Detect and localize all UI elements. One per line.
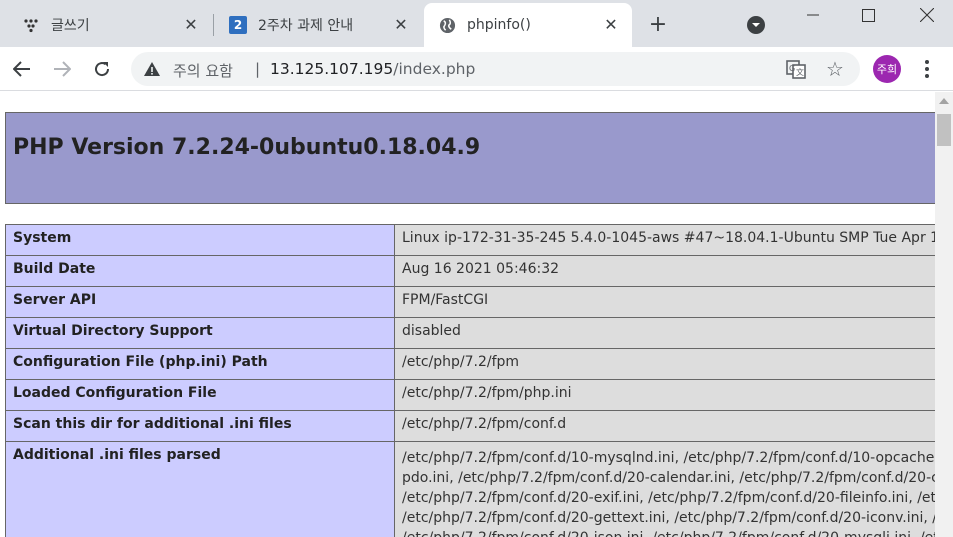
table-row: Build Date Aug 16 2021 05:46:32 (5, 255, 935, 287)
dots-logo-icon (22, 16, 40, 34)
row-key: System (5, 224, 395, 256)
back-arrow-icon[interactable] (8, 55, 36, 83)
row-key: Virtual Directory Support (5, 317, 395, 349)
table-row: Virtual Directory Support disabled (5, 317, 935, 349)
row-value: /etc/php/7.2/fpm (394, 348, 935, 380)
row-key: Scan this dir for additional .ini files (5, 410, 395, 442)
table-row: System Linux ip-172-31-35-245 5.4.0-1045-… (5, 224, 935, 256)
table-row: Configuration File (php.ini) Path/etc/ph… (5, 348, 935, 380)
row-value: /etc/php/7.2/fpm/php.ini (394, 379, 935, 411)
page-viewport: PHP Version 7.2.24-0ubuntu0.18.04.9 Syst… (0, 92, 935, 537)
svg-text:G: G (789, 64, 795, 73)
value-line: /etc/php/7.2/fpm/conf.d/10-mysqlnd.ini, … (402, 450, 935, 466)
tab-write[interactable]: 글쓰기 ✕ (0, 3, 212, 47)
maximize-icon[interactable] (843, 0, 893, 30)
row-value: Linux ip-172-31-35-245 5.4.0-1045-aws #4… (394, 224, 935, 256)
tab-strip: 글쓰기 ✕ 2 2주차 과제 안내 ✕ phpinfo() ✕ + (0, 0, 953, 47)
tab-assignment[interactable]: 2 2주차 과제 안내 ✕ (214, 3, 422, 47)
row-key: Loaded Configuration File (5, 379, 395, 411)
close-icon[interactable]: ✕ (392, 15, 410, 34)
row-key: Build Date (5, 255, 395, 287)
warning-icon[interactable] (143, 60, 161, 78)
row-key: Additional .ini files parsed (5, 441, 395, 537)
value-line: /etc/php/7.2/fpm/conf.d/20-json.ini, /et… (402, 528, 935, 537)
table-row: Additional .ini files parsed/etc/php/7.2… (5, 441, 935, 537)
row-value: /etc/php/7.2/fpm/conf.d/10-mysqlnd.ini, … (394, 441, 935, 537)
row-value: /etc/php/7.2/fpm/conf.d (394, 410, 935, 442)
table-row: Server API FPM/FastCGI (5, 286, 935, 318)
new-tab-icon[interactable]: + (646, 12, 670, 37)
row-key: Configuration File (php.ini) Path (5, 348, 395, 380)
close-icon[interactable]: ✕ (602, 15, 620, 34)
omnibox-separator: | (255, 60, 261, 78)
translate-icon[interactable]: G文 (786, 59, 806, 79)
row-value: disabled (394, 317, 935, 349)
tab-title: phpinfo() (467, 17, 531, 33)
url-host: 13.125.107.195 (270, 60, 394, 78)
reload-icon[interactable] (88, 55, 116, 83)
security-status[interactable]: 주의 요함 (173, 60, 233, 81)
row-key: Server API (5, 286, 395, 318)
table-row: Scan this dir for additional .ini files /… (5, 410, 935, 442)
more-menu-icon[interactable] (917, 56, 937, 82)
scroll-up-arrow-icon[interactable] (939, 98, 949, 104)
close-window-icon[interactable] (902, 0, 952, 30)
page-title: PHP Version 7.2.24-0ubuntu0.18.04.9 (13, 135, 481, 160)
phpinfo-table: System Linux ip-172-31-35-245 5.4.0-1045-… (5, 224, 935, 537)
tab-phpinfo[interactable]: phpinfo() ✕ (424, 3, 632, 47)
tab-title: 글쓰기 (51, 18, 90, 34)
globe-icon (438, 16, 456, 34)
table-row: Loaded Configuration File/etc/php/7.2/fp… (5, 379, 935, 411)
vertical-scrollbar[interactable] (935, 92, 953, 537)
address-bar[interactable]: 주의 요함 | 13.125.107.195/index.php G文 ☆ (131, 52, 860, 86)
row-value: FPM/FastCGI (394, 286, 935, 318)
scroll-thumb[interactable] (937, 114, 951, 146)
url-text[interactable]: 13.125.107.195/index.php (270, 60, 475, 78)
value-line: /etc/php/7.2/fpm/conf.d/20-exif.ini, /et… (402, 490, 935, 506)
svg-text:文: 文 (796, 67, 804, 77)
forward-arrow-icon[interactable] (48, 55, 76, 83)
close-icon[interactable]: ✕ (182, 15, 200, 34)
minimize-icon[interactable] (788, 0, 838, 30)
url-path: /index.php (393, 60, 476, 78)
browser-toolbar: 주의 요함 | 13.125.107.195/index.php G文 ☆ 주희 (0, 47, 953, 91)
tab-search-icon[interactable] (747, 16, 765, 34)
tab-badge: 2 (229, 16, 247, 34)
tab-title: 2주차 과제 안내 (258, 18, 354, 34)
value-line: pdo.ini, /etc/php/7.2/fpm/conf.d/20-cale… (402, 470, 935, 486)
number-badge-icon: 2 (229, 16, 247, 34)
bookmark-star-icon[interactable]: ☆ (826, 57, 844, 81)
php-version-header: PHP Version 7.2.24-0ubuntu0.18.04.9 (5, 112, 935, 204)
row-value: Aug 16 2021 05:46:32 (394, 255, 935, 287)
profile-avatar[interactable]: 주희 (873, 55, 901, 83)
value-line: /etc/php/7.2/fpm/conf.d/20-gettext.ini, … (402, 510, 935, 526)
